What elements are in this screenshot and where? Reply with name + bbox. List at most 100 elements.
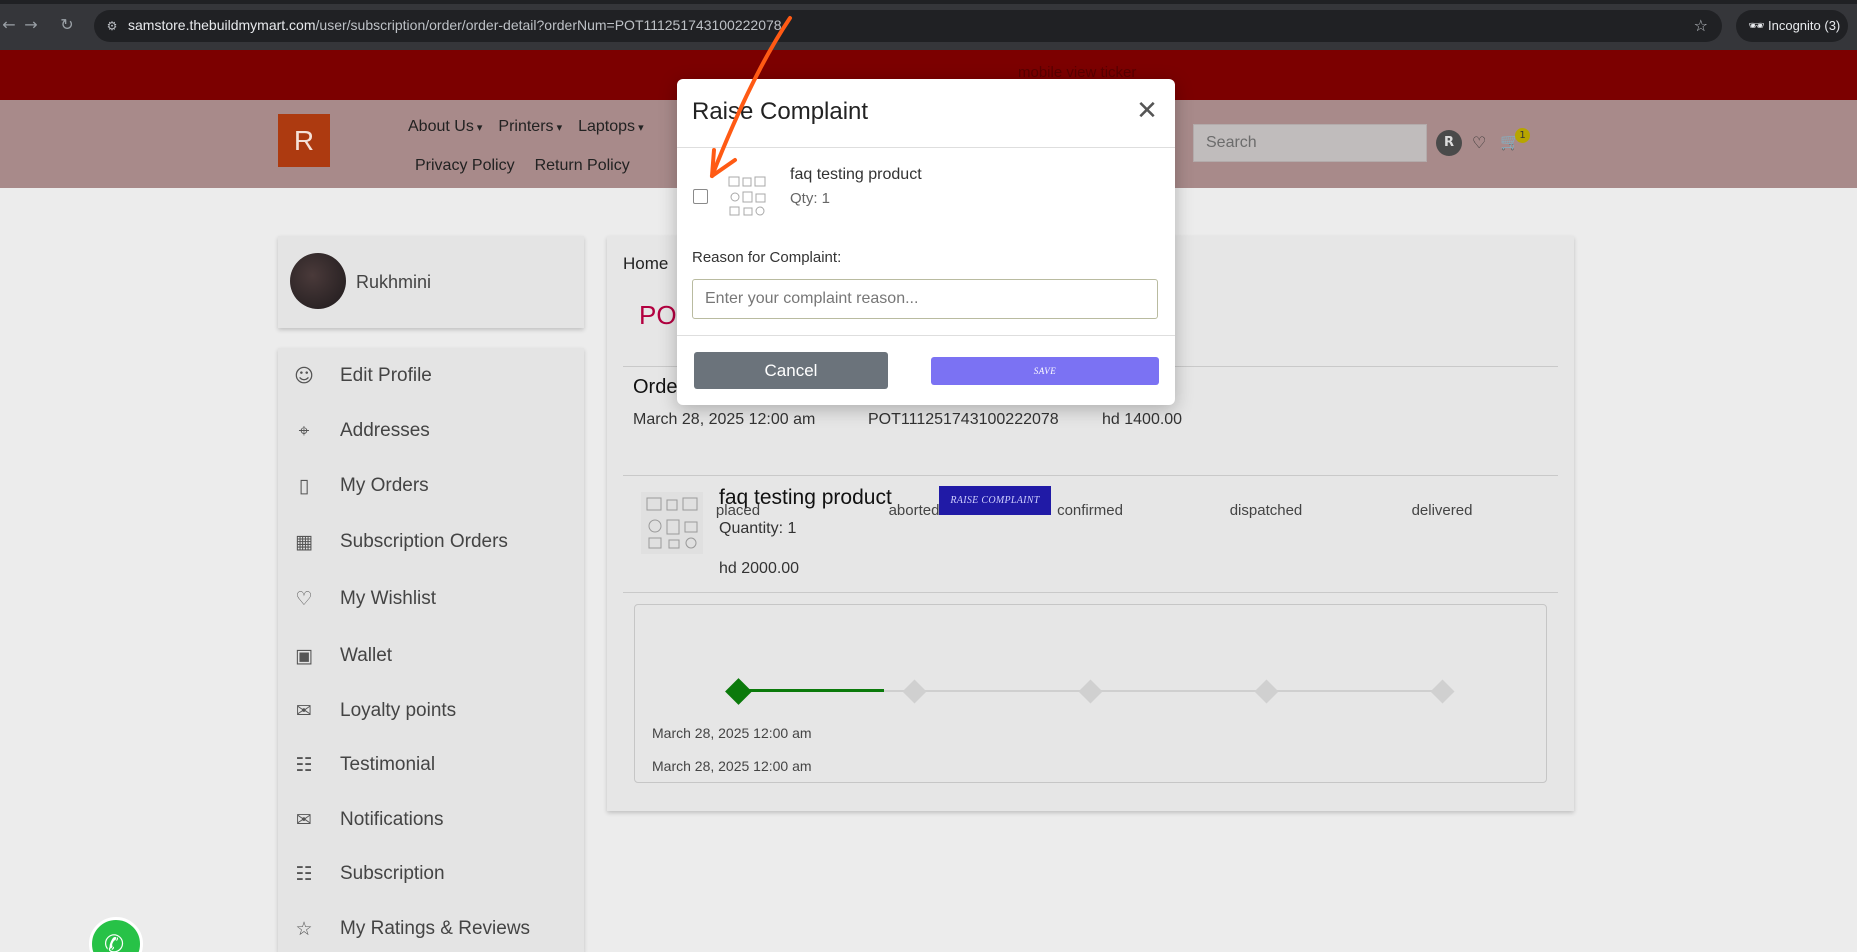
cart-count-badge: 1 bbox=[1515, 128, 1530, 143]
order-date-header: Orde bbox=[633, 376, 678, 398]
main-menu: About Us Printers Laptops bbox=[408, 118, 644, 136]
sidebar-item-ratings-reviews[interactable]: ☆ My Ratings & Reviews bbox=[292, 914, 530, 944]
sidebar-item-label: Wallet bbox=[340, 645, 393, 666]
status-label-placed: placed bbox=[715, 502, 761, 519]
back-icon[interactable]: ← bbox=[0, 16, 18, 34]
modal-product-qty: Qty: 1 bbox=[790, 190, 831, 207]
heart-icon: ♡ bbox=[295, 588, 313, 610]
product-sketch-image bbox=[646, 497, 698, 549]
forward-icon[interactable]: → bbox=[22, 16, 40, 34]
address-bar[interactable]: ⚙ samstore.thebuildmymart.com/user/subsc… bbox=[94, 10, 1722, 42]
product-image bbox=[641, 492, 703, 554]
account-sidebar: ☺ Edit Profile ⌖ Addresses ▯ My Orders ▦… bbox=[278, 348, 584, 952]
order-date: March 28, 2025 12:00 am bbox=[633, 411, 816, 428]
status-label-aborted: aborted bbox=[888, 502, 940, 519]
header-search-input[interactable]: Search bbox=[1193, 124, 1427, 162]
modal-product-image bbox=[726, 173, 768, 219]
profile-card: Rukhmini bbox=[278, 236, 584, 328]
profile-name: Rukhmini bbox=[356, 272, 432, 292]
sidebar-item-loyalty-points[interactable]: ✉ Loyalty points bbox=[292, 696, 456, 726]
sidebar-item-label: Loyalty points bbox=[340, 700, 457, 721]
user-avatar[interactable]: R bbox=[1436, 130, 1462, 156]
modal-divider bbox=[677, 335, 1175, 336]
status-date: March 28, 2025 12:00 am bbox=[652, 758, 812, 774]
modal-title: Raise Complaint bbox=[692, 98, 869, 125]
modal-product-name: faq testing product bbox=[790, 166, 922, 183]
notification-icon: ✉ bbox=[296, 809, 312, 831]
loyalty-icon: ✉ bbox=[296, 700, 312, 722]
browser-chrome: ← → ↻ ⚙ samstore.thebuildmymart.com/user… bbox=[0, 0, 1857, 50]
star-icon: ☆ bbox=[295, 918, 313, 940]
receipt-icon: ▯ bbox=[298, 475, 310, 497]
sidebar-item-wallet[interactable]: ▣ Wallet bbox=[292, 641, 392, 671]
url-path: /user/subscription/order/order-detail?or… bbox=[315, 17, 782, 33]
sidebar-item-label: Edit Profile bbox=[340, 365, 432, 386]
bookmark-star-icon[interactable]: ☆ bbox=[1694, 16, 1708, 35]
status-label-delivered: delivered bbox=[1411, 502, 1473, 519]
order-title: PO bbox=[639, 300, 677, 330]
incognito-icon: 🕶 bbox=[1748, 18, 1765, 33]
menu-item-printers[interactable]: Printers bbox=[498, 118, 562, 136]
incognito-indicator[interactable]: 🕶 Incognito (3) bbox=[1736, 10, 1848, 42]
sidebar-item-label: My Wishlist bbox=[340, 588, 437, 609]
site-logo[interactable]: R bbox=[278, 114, 330, 167]
sidebar-item-label: Subscription Orders bbox=[340, 531, 508, 552]
sidebar-item-label: Notifications bbox=[340, 809, 444, 830]
sidebar-item-testimonial[interactable]: ☷ Testimonial bbox=[292, 750, 435, 780]
url-host: samstore.thebuildmymart.com bbox=[128, 17, 316, 33]
whatsapp-chat-button[interactable]: ✆ bbox=[89, 917, 143, 952]
sidebar-item-subscription[interactable]: ☷ Subscription bbox=[292, 859, 445, 889]
menu-item-return-policy[interactable]: Return Policy bbox=[535, 157, 630, 175]
modal-divider bbox=[677, 147, 1175, 148]
breadcrumb-home[interactable]: Home bbox=[623, 254, 668, 274]
url-text[interactable]: samstore.thebuildmymart.com/user/subscri… bbox=[128, 17, 782, 33]
phone-icon: ✆ bbox=[104, 930, 125, 952]
cancel-button[interactable]: Cancel bbox=[694, 352, 888, 389]
tab-strip bbox=[0, 0, 1857, 4]
divider bbox=[623, 592, 1558, 593]
site-info-icon[interactable]: ⚙ bbox=[104, 18, 120, 34]
complaint-reason-label: Reason for Complaint: bbox=[692, 249, 842, 266]
sidebar-item-my-wishlist[interactable]: ♡ My Wishlist bbox=[292, 584, 436, 614]
location-pin-icon: ⌖ bbox=[298, 420, 310, 442]
status-date: March 28, 2025 12:00 am bbox=[652, 725, 812, 741]
reload-icon[interactable]: ↻ bbox=[58, 16, 76, 34]
menu-item-about-us[interactable]: About Us bbox=[408, 118, 482, 136]
sidebar-item-label: My Orders bbox=[340, 475, 429, 496]
profile-avatar bbox=[290, 253, 346, 309]
sidebar-item-label: Subscription bbox=[340, 863, 445, 884]
menu-item-laptops[interactable]: Laptops bbox=[578, 118, 644, 136]
incognito-label: Incognito (3) bbox=[1768, 18, 1841, 33]
product-quantity: Quantity: 1 bbox=[719, 520, 797, 537]
sidebar-item-notifications[interactable]: ✉ Notifications bbox=[292, 805, 444, 835]
wishlist-heart-icon[interactable]: ♡ bbox=[1472, 133, 1486, 152]
wallet-icon: ▣ bbox=[295, 645, 313, 667]
secondary-menu: Privacy Policy Return Policy bbox=[415, 157, 630, 175]
raise-complaint-button[interactable]: RAISE COMPLAINT bbox=[939, 486, 1051, 515]
product-price: hd 2000.00 bbox=[719, 560, 800, 577]
close-icon[interactable]: ✕ bbox=[1135, 98, 1159, 124]
sidebar-item-edit-profile[interactable]: ☺ Edit Profile bbox=[292, 361, 432, 391]
order-price: hd 1400.00 bbox=[1102, 411, 1183, 428]
calendar-icon: ▦ bbox=[295, 531, 313, 553]
sidebar-item-my-orders[interactable]: ▯ My Orders bbox=[292, 471, 429, 501]
product-select-checkbox[interactable] bbox=[693, 189, 708, 204]
sidebar-item-label: Testimonial bbox=[340, 754, 436, 775]
subscription-icon: ☷ bbox=[295, 863, 313, 885]
testimonial-icon: ☷ bbox=[295, 754, 313, 776]
product-sketch-image bbox=[728, 176, 766, 216]
status-label-dispatched: dispatched bbox=[1229, 502, 1303, 519]
sidebar-item-label: Addresses bbox=[340, 420, 430, 441]
sidebar-item-addresses[interactable]: ⌖ Addresses bbox=[292, 416, 430, 446]
status-label-confirmed: confirmed bbox=[1057, 502, 1123, 519]
user-icon: ☺ bbox=[294, 365, 314, 387]
complaint-reason-input[interactable] bbox=[692, 279, 1158, 319]
order-number: POT111251743100222078 bbox=[868, 411, 1059, 428]
divider bbox=[623, 475, 1558, 476]
sidebar-item-subscription-orders[interactable]: ▦ Subscription Orders bbox=[292, 527, 508, 557]
save-button[interactable]: SAVE bbox=[931, 357, 1159, 385]
tracker-progress bbox=[738, 689, 884, 692]
raise-complaint-modal: Raise Complaint ✕ faq testing product Qt… bbox=[677, 79, 1175, 405]
menu-item-privacy-policy[interactable]: Privacy Policy bbox=[415, 157, 515, 175]
sidebar-item-label: My Ratings & Reviews bbox=[340, 918, 531, 939]
